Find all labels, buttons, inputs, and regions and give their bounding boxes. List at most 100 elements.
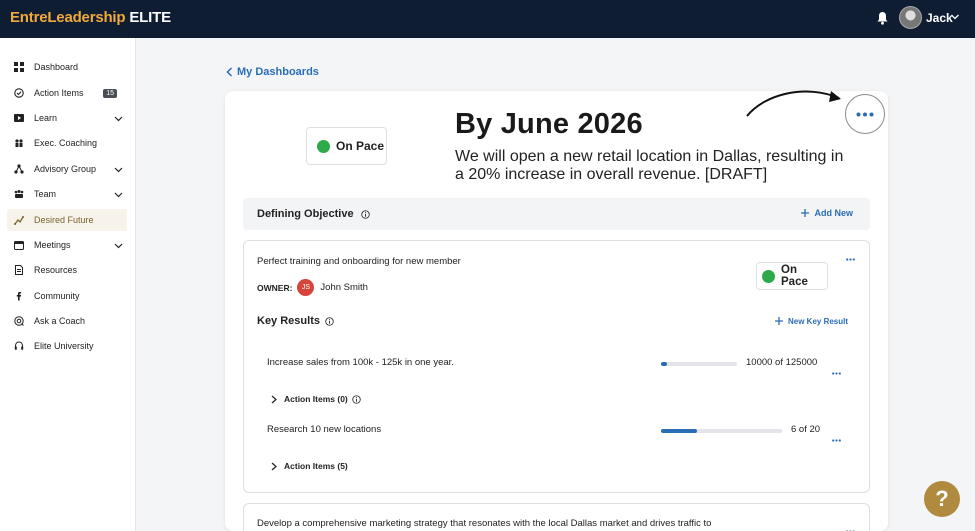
facebook-icon (16, 292, 22, 301)
sidebar-item-label: Team (34, 189, 57, 199)
sidebar-item-ask-a-coach[interactable]: Ask a Coach (7, 310, 127, 332)
objective-title[interactable]: Perfect training and onboarding for new … (257, 256, 461, 267)
top-bar: EntreLeadership ELITE Jack (0, 0, 975, 38)
key-result-title[interactable]: Research 10 new locations (267, 424, 381, 435)
objective-status-pill: On Pace (756, 262, 828, 290)
key-results-heading: Key Results (257, 315, 334, 327)
key-result-title[interactable]: Increase sales from 100k - 125k in one y… (267, 357, 454, 368)
objective-more-button[interactable] (846, 252, 855, 264)
new-key-result-button[interactable]: New Key Result (774, 316, 848, 326)
sidebar-item-resources[interactable]: Resources (7, 259, 127, 281)
brand-primary: EntreLeadership (10, 9, 126, 26)
objective-status-label: On Pace (781, 264, 808, 288)
key-result-progress-bar (661, 362, 737, 366)
chat-icon (14, 316, 24, 326)
brand-logo[interactable]: EntreLeadership ELITE (10, 9, 171, 26)
goal-status-pill: On Pace (306, 127, 387, 165)
sidebar-item-action-items[interactable]: Action Items 15 (7, 82, 127, 104)
goal-more-options-button[interactable] (845, 94, 885, 134)
action-items-count-badge: 15 (103, 88, 117, 98)
chevron-down-icon (114, 116, 123, 121)
play-icon (14, 114, 24, 122)
chevron-down-icon (114, 192, 123, 197)
key-result-progress-fill (661, 362, 668, 366)
more-horizontal-icon (832, 372, 841, 375)
owner-name: John Smith (320, 282, 368, 293)
chevron-down-icon (114, 243, 123, 248)
owner-avatar[interactable]: JS (297, 279, 315, 296)
bell-icon[interactable] (876, 11, 889, 25)
action-items-toggle[interactable]: Action Items (0) (270, 394, 361, 404)
user-avatar[interactable] (899, 6, 922, 29)
sidebar-item-label: Dashboard (34, 62, 79, 72)
user-name[interactable]: Jack (926, 11, 953, 25)
help-button[interactable]: ? (924, 481, 960, 517)
sidebar-item-dashboard[interactable]: Dashboard (7, 56, 127, 78)
headset-icon (14, 341, 24, 350)
info-icon[interactable] (352, 394, 361, 404)
goal-title: By June 2026 (455, 108, 643, 140)
key-result-progress-text: 10000 of 125000 (746, 357, 818, 368)
add-new-objective-button[interactable]: Add New (800, 208, 853, 218)
defining-objective-title: Defining Objective (257, 208, 370, 220)
key-result-progress-bar (661, 429, 782, 433)
status-dot (317, 139, 330, 153)
target-icon (14, 216, 24, 225)
sidebar-item-label: Exec. Coaching (34, 138, 98, 148)
action-items-toggle[interactable]: Action Items (5) (270, 461, 348, 471)
sidebar-item-label: Meetings (34, 240, 71, 250)
check-circle-icon (14, 88, 24, 98)
chevron-left-icon (226, 67, 233, 77)
network-icon (14, 164, 24, 174)
plus-icon (775, 317, 783, 325)
sidebar-item-desired-future[interactable]: Desired Future (7, 209, 127, 231)
chevron-down-icon (114, 167, 123, 172)
people-icon (15, 139, 23, 147)
sidebar-item-label: Action Items (34, 88, 84, 98)
status-dot (762, 269, 775, 283)
sidebar-item-elite-university[interactable]: Elite University (7, 335, 127, 357)
key-result-more-button[interactable] (832, 362, 841, 380)
new-key-result-label: New Key Result (788, 316, 849, 326)
sidebar-item-label: Advisory Group (34, 164, 97, 174)
chevron-down-icon[interactable] (950, 12, 960, 22)
sidebar-item-label: Desired Future (34, 215, 94, 225)
sidebar: Dashboard Action Items 15 Learn Exec. Co… (0, 38, 136, 531)
add-new-label: Add New (814, 208, 853, 218)
objective-owner: OWNER: JS John Smith (257, 279, 368, 296)
info-icon[interactable] (360, 209, 370, 219)
sidebar-item-label: Community (34, 291, 80, 301)
defining-objective-header: Defining Objective Add New (243, 198, 870, 230)
back-to-dashboards-link[interactable]: My Dashboards (226, 66, 319, 78)
info-icon[interactable] (325, 316, 334, 326)
goal-description: We will open a new retail location in Da… (455, 148, 844, 183)
key-result-progress-fill (661, 429, 698, 433)
objective-title[interactable]: Develop a comprehensive marketing strate… (257, 518, 711, 529)
action-items-label: Action Items (5) (284, 461, 348, 471)
plus-icon (801, 209, 810, 217)
more-horizontal-icon (846, 258, 855, 261)
sidebar-item-advisory-group[interactable]: Advisory Group (7, 158, 127, 180)
chevron-right-icon (271, 462, 277, 470)
sidebar-item-label: Elite University (34, 341, 94, 351)
grid-icon (14, 62, 24, 72)
sidebar-item-learn[interactable]: Learn (7, 107, 127, 129)
team-icon (14, 190, 24, 198)
sidebar-item-meetings[interactable]: Meetings (7, 234, 127, 256)
question-mark-icon: ? (935, 486, 949, 511)
objective-more-button[interactable] (846, 520, 855, 531)
more-horizontal-icon (856, 112, 874, 116)
more-horizontal-icon (832, 439, 841, 442)
sidebar-item-label: Learn (34, 113, 58, 123)
defining-objective-label: Defining Objective (257, 208, 354, 220)
sidebar-item-team[interactable]: Team (7, 183, 127, 205)
sidebar-item-community[interactable]: Community (7, 285, 127, 307)
action-items-label: Action Items (0) (284, 394, 348, 404)
pointer-arrow-icon (746, 90, 841, 117)
key-result-more-button[interactable] (832, 429, 841, 447)
brand-secondary: ELITE (129, 9, 171, 26)
sidebar-item-exec-coaching[interactable]: Exec. Coaching (7, 132, 127, 154)
chevron-right-icon (271, 395, 277, 403)
key-results-title: Key Results (257, 315, 320, 327)
back-link-label: My Dashboards (237, 66, 319, 78)
